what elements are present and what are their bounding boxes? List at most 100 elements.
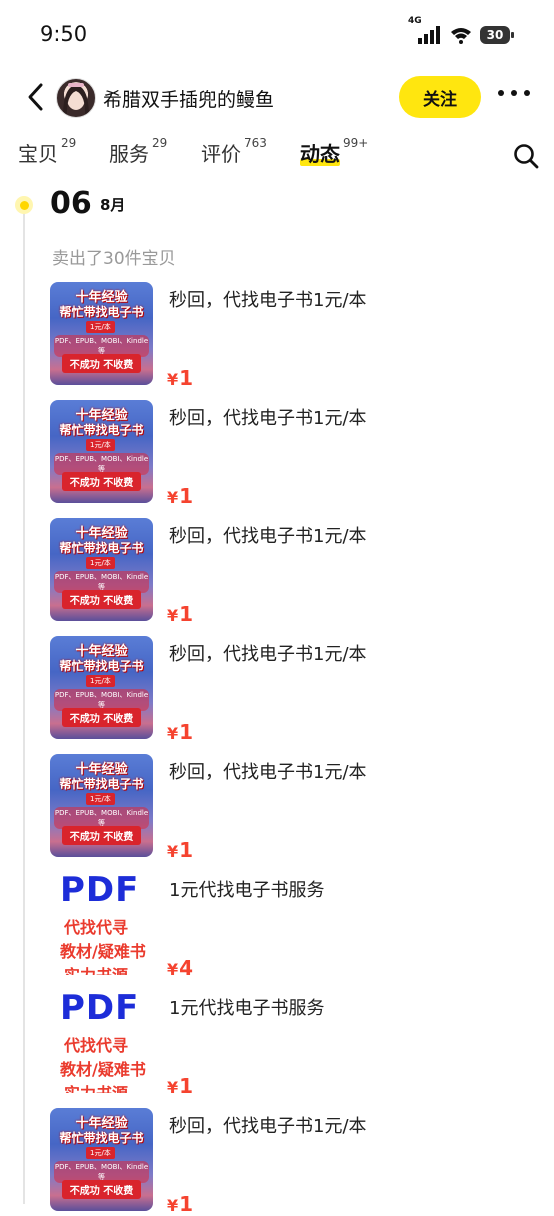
tab-count: 29 — [152, 136, 168, 150]
battery-level: 30 — [486, 28, 504, 42]
product-thumbnail[interactable]: 十年经验 帮忙带找电子书 1元/本 PDF、EPUB、MOBI、Kindle等 … — [50, 754, 153, 857]
tab-label: 评价 — [201, 142, 241, 166]
price-value: 1 — [179, 720, 194, 744]
sold-item[interactable]: 十年经验 帮忙带找电子书 1元/本 PDF、EPUB、MOBI、Kindle等 … — [50, 282, 530, 390]
thumb-subheadline: 帮忙带找电子书 — [59, 659, 144, 673]
item-title[interactable]: 秒回，代找电子书1元/本 — [169, 404, 367, 430]
currency-symbol: ¥ — [167, 842, 179, 861]
thumb-line: 代找代寻 — [64, 1036, 129, 1055]
item-title[interactable]: 1元代找电子书服务 — [169, 876, 324, 902]
tab-label: 服务 — [109, 142, 149, 166]
item-title[interactable]: 秒回，代找电子书1元/本 — [169, 1112, 367, 1138]
item-price: ¥1 — [167, 720, 193, 744]
sold-item[interactable]: 十年经验 帮忙带找电子书 1元/本 PDF、EPUB、MOBI、Kindle等 … — [50, 636, 530, 744]
thumb-promise: 不成功 不收费 — [62, 354, 141, 373]
follow-button[interactable]: 关注 — [399, 76, 481, 118]
item-price: ¥4 — [167, 956, 193, 980]
item-price: ¥1 — [167, 484, 193, 508]
item-title[interactable]: 秒回，代找电子书1元/本 — [169, 758, 367, 784]
currency-symbol: ¥ — [167, 606, 179, 625]
product-thumbnail[interactable]: PDF 代找代寻 教材/疑难书 实力书源 — [50, 990, 153, 1093]
status-bar: 9:50 4G 30 — [0, 0, 554, 64]
thumb-promise: 不成功 不收费 — [62, 826, 141, 845]
price-value: 4 — [179, 956, 194, 980]
thumb-promise: 不成功 不收费 — [62, 590, 141, 609]
thumb-price-tag: 1元/本 — [86, 793, 115, 805]
price-value: 1 — [179, 1192, 194, 1216]
item-title[interactable]: 秒回，代找电子书1元/本 — [169, 522, 367, 548]
shop-name[interactable]: 希腊双手插兜的鳗鱼 — [103, 85, 274, 112]
product-thumbnail[interactable]: 十年经验 帮忙带找电子书 1元/本 PDF、EPUB、MOBI、Kindle等 … — [50, 282, 153, 385]
wifi-icon — [451, 28, 471, 44]
price-value: 1 — [179, 1074, 194, 1098]
battery-icon: 30 — [480, 26, 514, 44]
item-price: ¥1 — [167, 838, 193, 862]
price-value: 1 — [179, 838, 194, 862]
tab-reviews[interactable]: 评价 763 — [201, 136, 267, 167]
tab-services[interactable]: 服务 29 — [109, 136, 168, 167]
more-options-icon[interactable] — [498, 90, 532, 104]
product-thumbnail[interactable]: 十年经验 帮忙带找电子书 1元/本 PDF、EPUB、MOBI、Kindle等 … — [50, 636, 153, 739]
timeline-day: 06 — [50, 186, 92, 221]
network-type: 4G — [408, 16, 422, 26]
thumb-promise: 不成功 不收费 — [62, 472, 141, 491]
shop-tabs: 宝贝 29 服务 29 评价 763 动态 99+ — [0, 136, 554, 180]
product-thumbnail[interactable]: 十年经验 帮忙带找电子书 1元/本 PDF、EPUB、MOBI、Kindle等 … — [50, 1108, 153, 1211]
item-price: ¥1 — [167, 366, 193, 390]
status-time: 9:50 — [40, 22, 88, 46]
item-price: ¥1 — [167, 1192, 193, 1216]
thumb-subheadline: 帮忙带找电子书 — [59, 1131, 144, 1145]
thumb-subheadline: 帮忙带找电子书 — [59, 541, 144, 555]
tab-count: 99+ — [343, 136, 369, 150]
tab-label: 宝贝 — [18, 142, 58, 166]
item-price: ¥1 — [167, 1074, 193, 1098]
price-value: 1 — [179, 484, 194, 508]
sold-item[interactable]: 十年经验 帮忙带找电子书 1元/本 PDF、EPUB、MOBI、Kindle等 … — [50, 1108, 530, 1216]
thumb-pdf-label: PDF — [60, 990, 140, 1028]
shop-header: 希腊双手插兜的鳗鱼 关注 — [0, 70, 554, 124]
timeline-month: 8月 — [100, 196, 126, 214]
product-thumbnail[interactable]: 十年经验 帮忙带找电子书 1元/本 PDF、EPUB、MOBI、Kindle等 … — [50, 518, 153, 621]
cellular-signal-icon: 4G — [408, 16, 442, 44]
sold-item[interactable]: PDF 代找代寻 教材/疑难书 实力书源 1元代找电子书服务 ¥4 — [50, 872, 530, 980]
sold-summary: 卖出了30件宝贝 — [52, 249, 176, 269]
thumb-line: 教材/疑难书 — [60, 1060, 146, 1079]
timeline-line — [23, 204, 25, 1204]
thumb-line: 实力书源 — [64, 1080, 128, 1093]
thumb-line: 教材/疑难书 — [60, 942, 146, 961]
thumb-subheadline: 帮忙带找电子书 — [59, 777, 144, 791]
item-title[interactable]: 1元代找电子书服务 — [169, 994, 324, 1020]
search-icon[interactable] — [512, 142, 540, 170]
currency-symbol: ¥ — [167, 1078, 179, 1097]
item-title[interactable]: 秒回，代找电子书1元/本 — [169, 640, 367, 666]
currency-symbol: ¥ — [167, 370, 179, 389]
thumb-price-tag: 1元/本 — [86, 557, 115, 569]
sold-item[interactable]: 十年经验 帮忙带找电子书 1元/本 PDF、EPUB、MOBI、Kindle等 … — [50, 518, 530, 626]
currency-symbol: ¥ — [167, 724, 179, 743]
currency-symbol: ¥ — [167, 960, 179, 979]
currency-symbol: ¥ — [167, 1196, 179, 1215]
tab-activity[interactable]: 动态 99+ — [300, 136, 369, 167]
sold-item[interactable]: 十年经验 帮忙带找电子书 1元/本 PDF、EPUB、MOBI、Kindle等 … — [50, 400, 530, 508]
thumb-price-tag: 1元/本 — [86, 1147, 115, 1159]
thumb-subheadline: 帮忙带找电子书 — [59, 305, 144, 319]
tab-label: 动态 — [300, 142, 340, 166]
back-arrow-icon[interactable] — [24, 80, 50, 114]
price-value: 1 — [179, 366, 194, 390]
shop-avatar[interactable] — [56, 78, 96, 118]
thumb-promise: 不成功 不收费 — [62, 708, 141, 727]
thumb-price-tag: 1元/本 — [86, 321, 115, 333]
thumb-subheadline: 帮忙带找电子书 — [59, 423, 144, 437]
thumb-price-tag: 1元/本 — [86, 439, 115, 451]
product-thumbnail[interactable]: PDF 代找代寻 教材/疑难书 实力书源 — [50, 872, 153, 975]
thumb-pdf-label: PDF — [60, 872, 140, 910]
sold-item[interactable]: PDF 代找代寻 教材/疑难书 实力书源 1元代找电子书服务 ¥1 — [50, 990, 530, 1098]
sold-item[interactable]: 十年经验 帮忙带找电子书 1元/本 PDF、EPUB、MOBI、Kindle等 … — [50, 754, 530, 862]
item-title[interactable]: 秒回，代找电子书1元/本 — [169, 286, 367, 312]
timeline-dot — [15, 196, 33, 214]
tab-count: 29 — [61, 136, 77, 150]
currency-symbol: ¥ — [167, 488, 179, 507]
product-thumbnail[interactable]: 十年经验 帮忙带找电子书 1元/本 PDF、EPUB、MOBI、Kindle等 … — [50, 400, 153, 503]
thumb-line: 代找代寻 — [64, 918, 129, 937]
tab-items[interactable]: 宝贝 29 — [18, 136, 77, 167]
